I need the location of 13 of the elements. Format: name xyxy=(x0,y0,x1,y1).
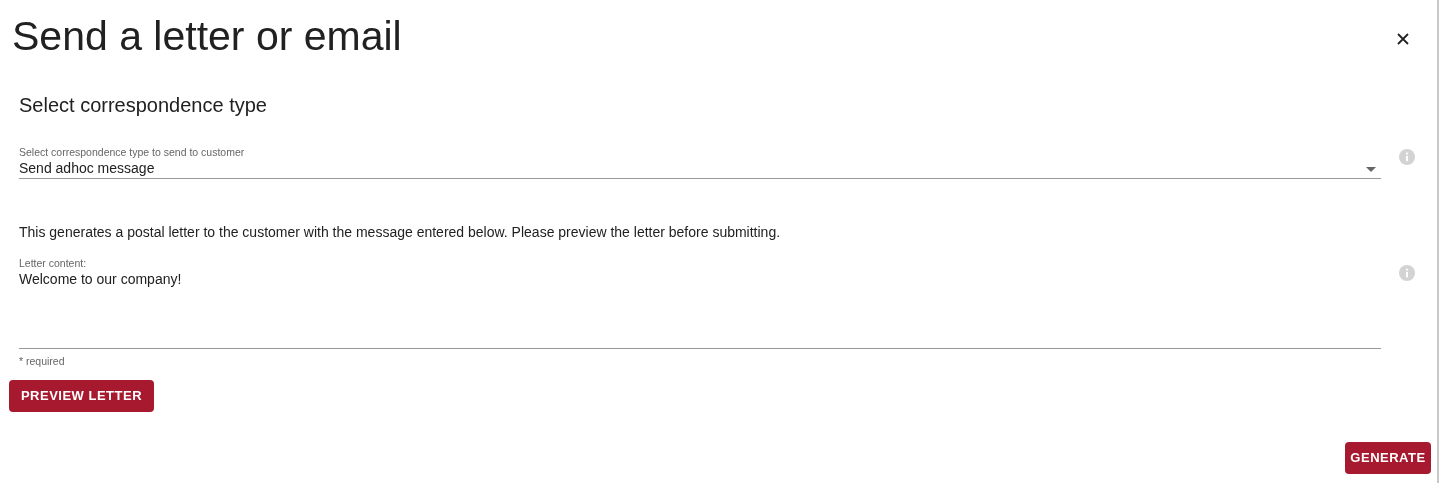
select-label: Select correspondence type to send to customer xyxy=(19,146,245,159)
dialog-title: Send a letter or email xyxy=(12,12,402,60)
correspondence-type-select[interactable]: Select correspondence type to send to customer Send adhoc message xyxy=(19,146,1381,179)
field-value: Welcome to our company! xyxy=(19,270,183,288)
section-title: Select correspondence type xyxy=(19,93,268,117)
description-text: This generates a postal letter to the customer with the message entered below. Please preview the letter before submitting. xyxy=(19,223,782,241)
required-hint: * required xyxy=(19,355,66,368)
generate-button[interactable]: GENERATE xyxy=(1345,442,1431,474)
field-label: Letter content: xyxy=(19,257,88,270)
letter-content-field[interactable]: Letter content: Welcome to our company! xyxy=(19,257,1381,349)
preview-letter-button[interactable]: PREVIEW LETTER xyxy=(9,380,154,412)
dropdown-caret-icon[interactable] xyxy=(1366,167,1376,172)
select-value: Send adhoc message xyxy=(19,159,156,177)
